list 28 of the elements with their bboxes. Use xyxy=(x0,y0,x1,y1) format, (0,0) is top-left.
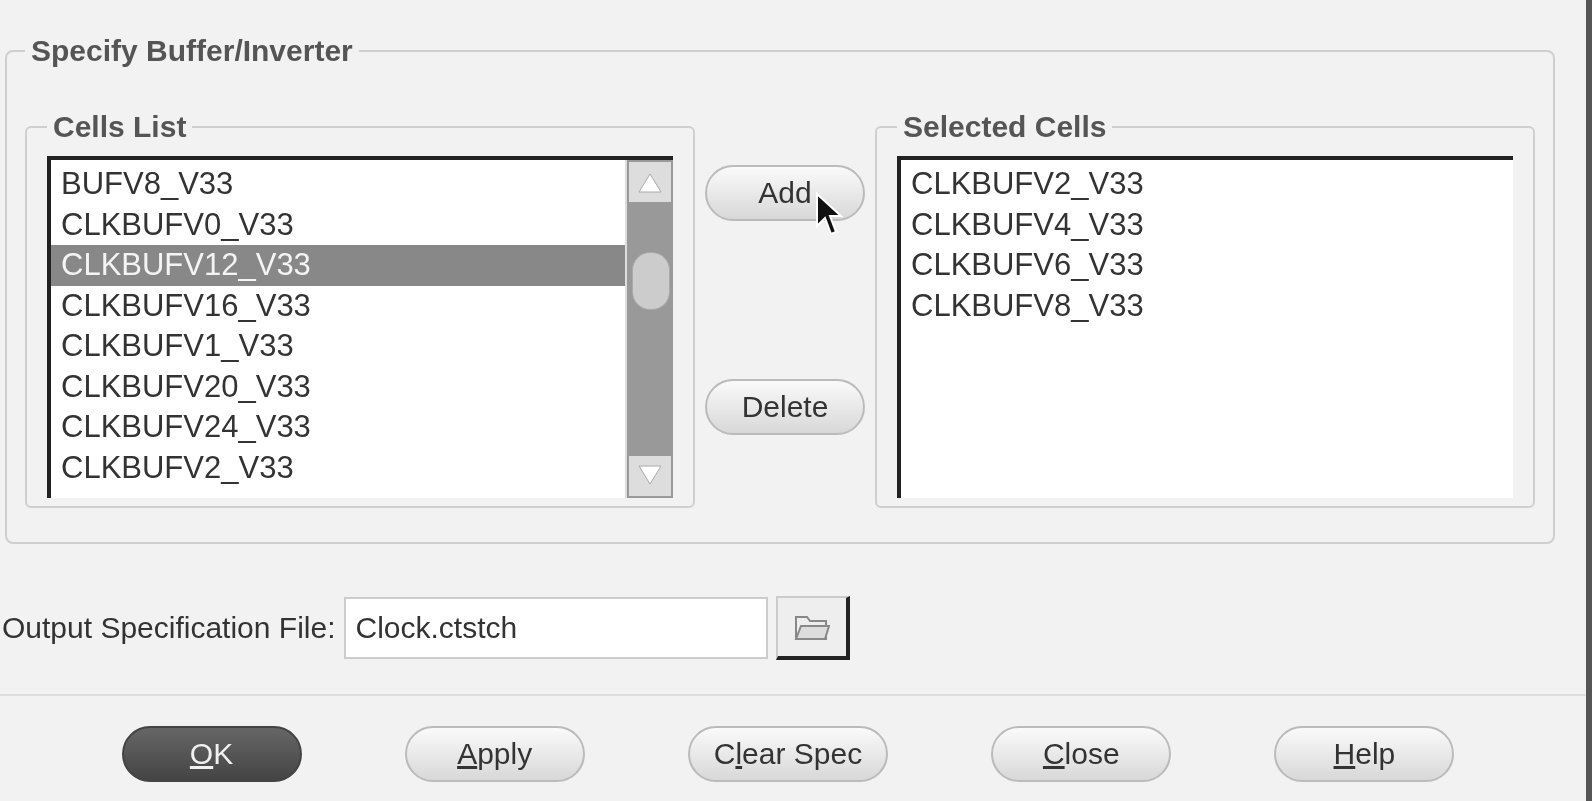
scrollbar[interactable] xyxy=(625,160,673,498)
field-label: Output Specification File: xyxy=(2,611,336,645)
list-item[interactable]: CLKBUFV6_V33 xyxy=(901,245,1513,286)
folder-icon xyxy=(793,613,830,641)
group-title: Specify Buffer/Inverter xyxy=(30,34,354,68)
dialog-button[interactable]: Help xyxy=(1274,726,1455,782)
list-item[interactable]: CLKBUFV1_V33 xyxy=(51,326,625,367)
add-button[interactable]: Add xyxy=(705,165,865,221)
list-item[interactable]: CLKBUFV24_V33 xyxy=(51,407,625,448)
dialog-button[interactable]: Close xyxy=(991,726,1172,782)
list-item[interactable]: CLKBUFV4_V33 xyxy=(901,204,1513,245)
scroll-thumb[interactable] xyxy=(632,252,670,310)
delete-button[interactable]: Delete xyxy=(705,379,865,435)
mouse-cursor-icon xyxy=(815,192,843,238)
list-item[interactable]: CLKBUFV0_V33 xyxy=(51,204,625,245)
list-item[interactable]: CLKBUFV8_V33 xyxy=(901,285,1513,326)
file-input-field[interactable]: Clock.ctstch xyxy=(343,597,768,659)
list-item[interactable]: CLKBUFV2_V33 xyxy=(901,164,1513,205)
dialog-button[interactable]: OK xyxy=(121,726,302,782)
browse-button[interactable] xyxy=(775,596,850,660)
list-item[interactable]: BUFV8_V33 xyxy=(51,164,625,205)
list-item[interactable]: CLKBUFV20_V33 xyxy=(51,366,625,407)
list-item[interactable]: CLKBUFV16_V33 xyxy=(51,285,625,326)
dialog-button[interactable]: Clear Spec xyxy=(687,726,889,782)
list-item[interactable]: CLKBUFV2_V33 xyxy=(51,447,625,488)
dialog-button[interactable]: Apply xyxy=(404,726,585,782)
group-title: Cells List xyxy=(52,110,188,144)
group-title: Selected Cells xyxy=(902,110,1108,144)
